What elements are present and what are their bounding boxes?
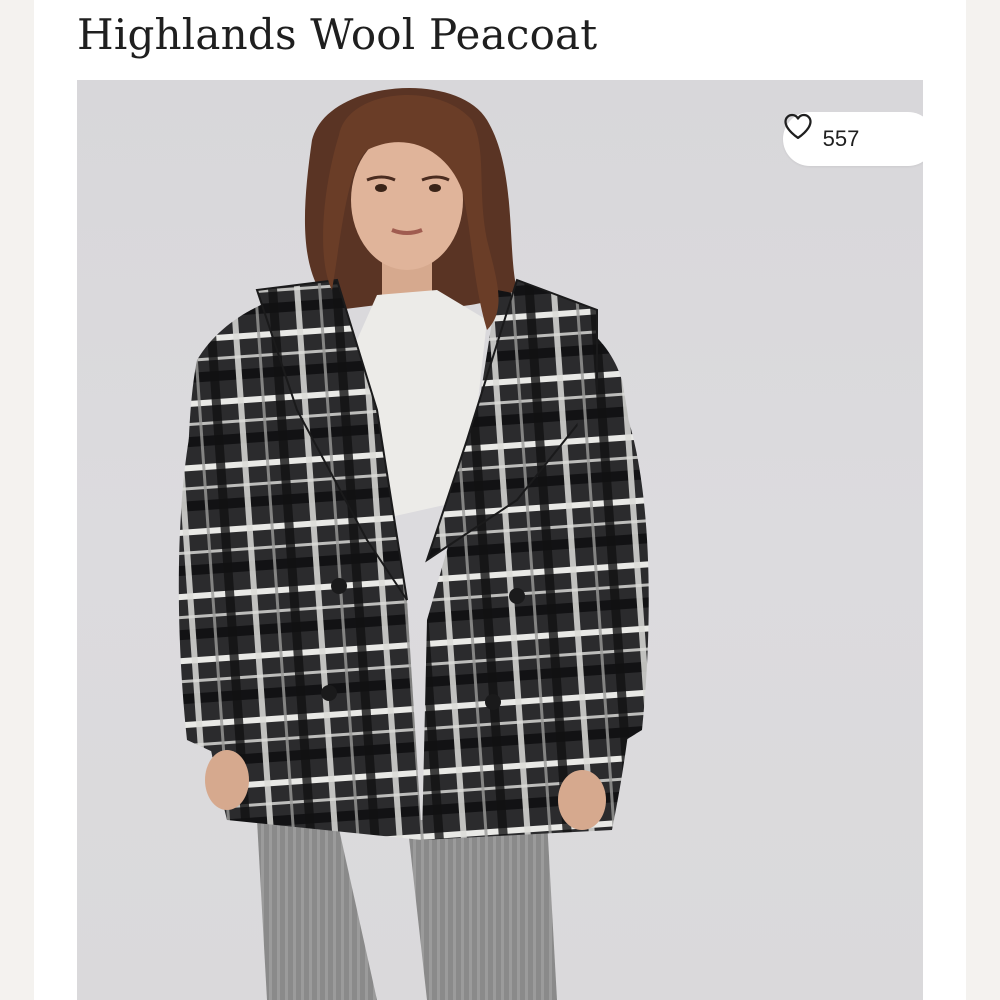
product-page: Highlands Wool Peacoat 557 (34, 0, 966, 1000)
product-photo[interactable]: 557 (77, 80, 923, 1000)
product-title: Highlands Wool Peacoat (77, 10, 598, 59)
like-button[interactable]: 557 (783, 112, 923, 166)
model-illustration (178, 87, 649, 1000)
heart-icon (784, 113, 895, 153)
like-count: 557 (822, 126, 860, 151)
